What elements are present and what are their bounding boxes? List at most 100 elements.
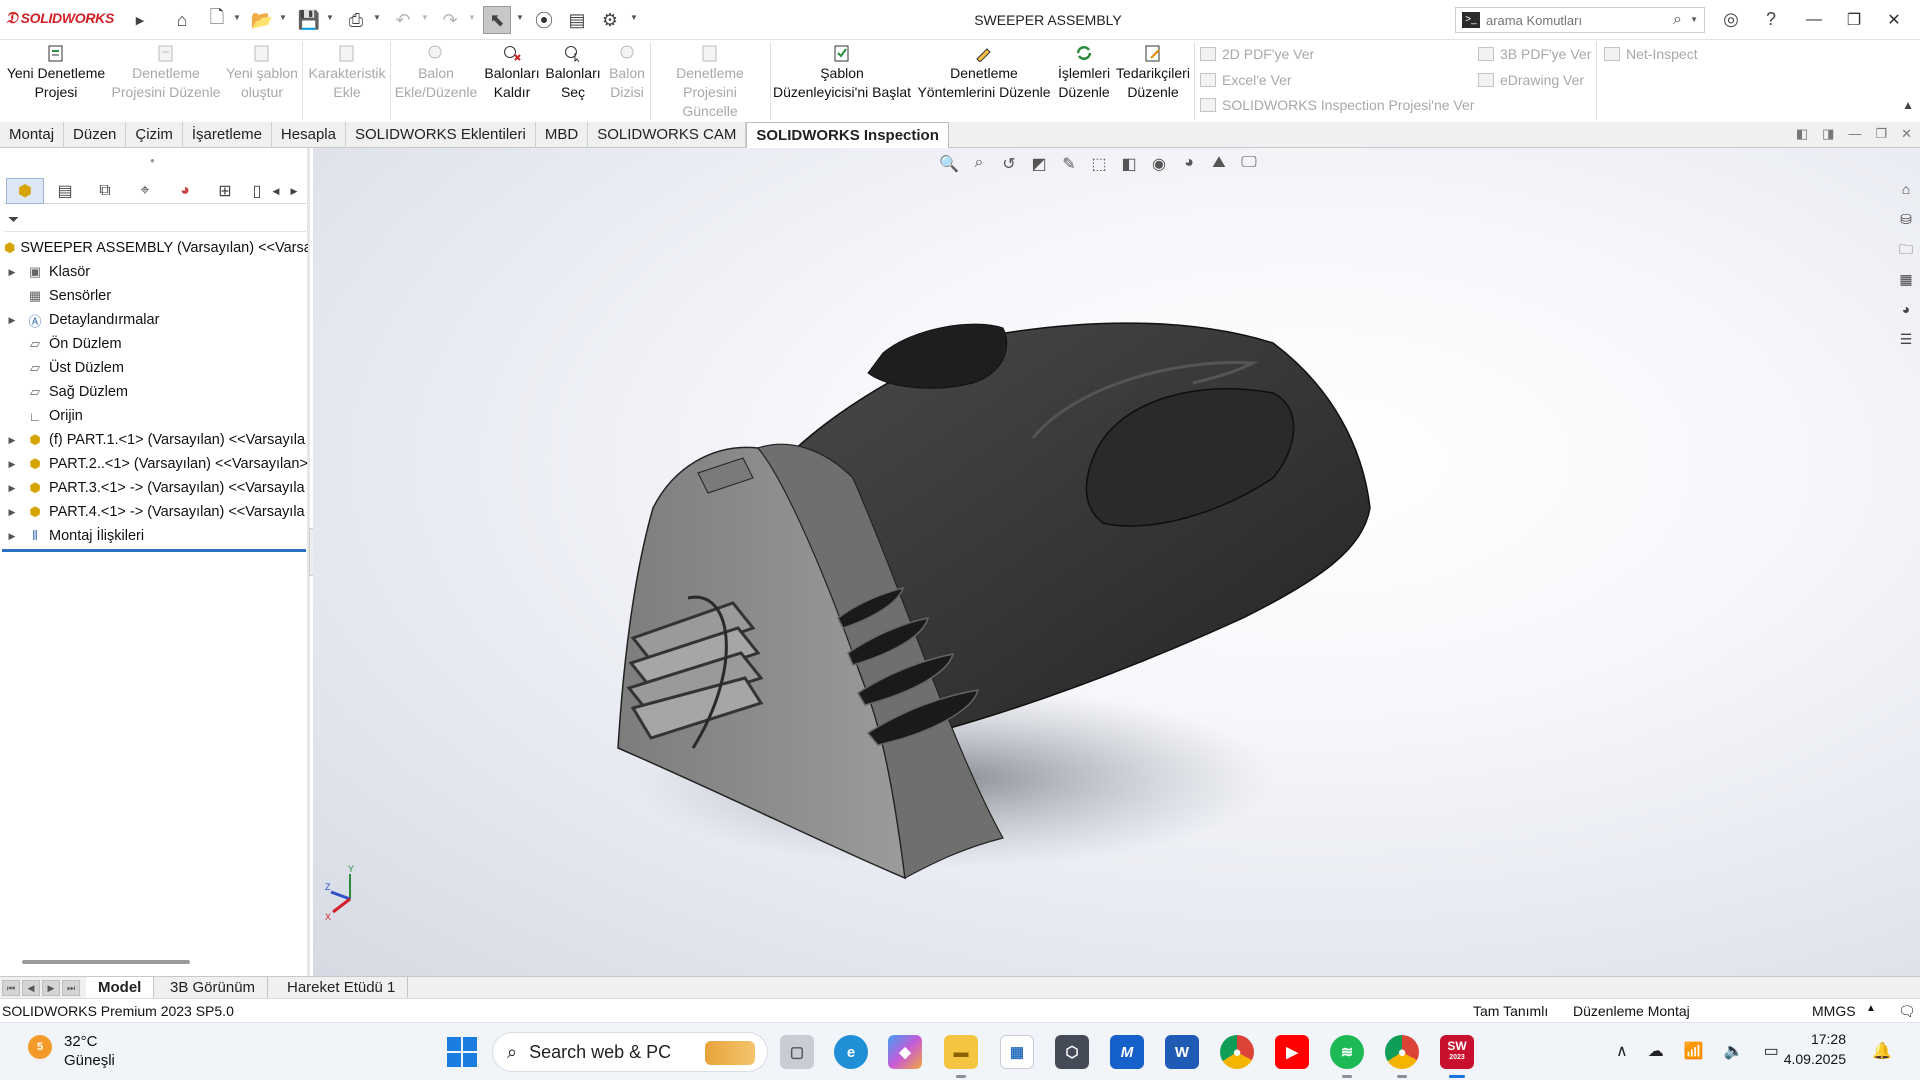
next-tab-arrow-icon[interactable]: ▶: [42, 980, 60, 996]
user-account-icon[interactable]: ◎: [1720, 9, 1742, 30]
expand-arrow-icon[interactable]: ▶: [6, 315, 18, 326]
expand-arrow-icon[interactable]: ▶: [6, 435, 18, 446]
tree-item-on-duzlem[interactable]: ▱ Ön Düzlem: [0, 332, 308, 356]
units-caret-icon[interactable]: ▲: [1866, 1003, 1876, 1014]
restore-window-icon[interactable]: ❐: [1834, 6, 1874, 34]
tab-duzen[interactable]: Düzen: [64, 122, 127, 148]
appearances-scenes-icon[interactable]: ◕: [1894, 298, 1918, 320]
save-dropdown-icon[interactable]: ▼: [326, 13, 334, 22]
tab-solidworks-eklentileri[interactable]: SOLIDWORKS Eklentileri: [346, 122, 536, 148]
tree-item-klasor[interactable]: ▶ ▣ Klasör: [0, 260, 308, 284]
export-3d-pdf-button[interactable]: 3B PDF'ye Ver: [1478, 46, 1591, 62]
copilot-icon[interactable]: ◆: [888, 1035, 922, 1069]
sheet-tab-3d-view[interactable]: 3B Görünüm: [158, 977, 269, 999]
solidworks-resources-icon[interactable]: ⌂: [1894, 178, 1918, 200]
tree-root-assembly[interactable]: ⬢ SWEEPER ASSEMBLY (Varsayılan) <<Varsa: [0, 236, 308, 260]
graphics-viewport[interactable]: 🔍 ⌕ ↺ ◩ ✎ ⬚ ◧ ◉ ◕ ⛰ 🖵 ⌂ ⛁ 🗀 ▦ ◕ ☰ Y Z X: [313, 148, 1920, 976]
youtube-icon[interactable]: ▶: [1275, 1035, 1309, 1069]
update-inspection-project-button[interactable]: Denetleme Projesini Güncelle: [654, 44, 766, 121]
export-excel-button[interactable]: Excel'e Ver: [1200, 72, 1292, 88]
logo-menu-arrow-icon[interactable]: ▶: [126, 6, 154, 34]
solidworks-logo[interactable]: 𝔇 SOLIDWORKS: [6, 10, 114, 28]
chrome-icon[interactable]: ●: [1220, 1035, 1254, 1069]
export-2d-pdf-button[interactable]: 2D PDF'ye Ver: [1200, 46, 1314, 62]
last-tab-arrow-icon[interactable]: ⏭: [62, 980, 80, 996]
sheet-tab-model[interactable]: Model: [86, 977, 155, 999]
tree-item-detaylandirmalar[interactable]: ▶ Ⓐ Detaylandırmalar: [0, 308, 308, 332]
command-search-box[interactable]: >_ ⌕ ▼: [1455, 7, 1705, 33]
doc-minimize-icon[interactable]: —: [1848, 126, 1861, 142]
cam-operation-tree-tab-icon[interactable]: ▯: [246, 178, 268, 204]
file-explorer-icon[interactable]: 🗀: [1894, 238, 1918, 260]
tab-hesapla[interactable]: Hesapla: [272, 122, 346, 148]
task-view-icon[interactable]: ▢: [780, 1035, 814, 1069]
tree-item-sensorler[interactable]: ▦ Sensörler: [0, 284, 308, 308]
tree-item-part-2[interactable]: ▶ ⬢ PART.2..<1> (Varsayılan) <<Varsayıla…: [0, 452, 308, 476]
clock-date[interactable]: 4.09.2025: [1780, 1051, 1846, 1067]
custom-properties-icon[interactable]: ☰: [1894, 328, 1918, 350]
open-dropdown-icon[interactable]: ▼: [279, 13, 287, 22]
chrome-profile-icon[interactable]: ●: [1385, 1035, 1419, 1078]
word-icon[interactable]: W: [1165, 1035, 1199, 1069]
tile-left-icon[interactable]: ◧: [1796, 126, 1808, 142]
view-palette-icon[interactable]: ▦: [1894, 268, 1918, 290]
export-edrawing-button[interactable]: eDrawing Ver: [1478, 72, 1584, 88]
search-input[interactable]: [1486, 12, 1661, 28]
microsoft-store-icon[interactable]: ▦: [1000, 1035, 1034, 1069]
redo-dropdown-icon[interactable]: ▼: [468, 13, 476, 22]
tree-item-orijin[interactable]: ∟ Orijin: [0, 404, 308, 428]
minimize-window-icon[interactable]: —: [1794, 6, 1834, 34]
select-balloons-button[interactable]: Balonları Seç: [542, 44, 604, 102]
new-inspection-project-button[interactable]: Yeni Denetleme Projesi: [4, 44, 108, 102]
print-icon[interactable]: ⎙: [342, 6, 370, 34]
traffic-light-icon[interactable]: ⦿: [530, 6, 558, 34]
expand-arrow-icon[interactable]: ▶: [6, 531, 18, 542]
tab-scroll-right-icon[interactable]: ▶: [286, 178, 302, 204]
status-help-icon[interactable]: 🗨: [1898, 1003, 1916, 1020]
cam-feature-tree-tab-icon[interactable]: ⊞: [206, 178, 244, 204]
doc-close-icon[interactable]: ✕: [1901, 126, 1912, 142]
prev-tab-arrow-icon[interactable]: ◀: [22, 980, 40, 996]
tab-solidworks-cam[interactable]: SOLIDWORKS CAM: [588, 122, 747, 148]
panel-grip-icon[interactable]: ●: [150, 156, 155, 165]
volume-icon[interactable]: 🔈: [1724, 1041, 1744, 1061]
collapse-ribbon-icon[interactable]: ▲: [1902, 98, 1914, 112]
tab-montaj[interactable]: Montaj: [0, 122, 65, 148]
clock-time[interactable]: 17:28: [1780, 1031, 1846, 1047]
undo-dropdown-icon[interactable]: ▼: [421, 13, 429, 22]
remove-balloons-button[interactable]: Balonları Kaldır: [480, 44, 544, 102]
tab-isaretleme[interactable]: İşaretleme: [183, 122, 272, 148]
template-editor-button[interactable]: Şablon Düzenleyicisi'ni Başlat: [772, 44, 912, 102]
solidworks-taskbar-icon[interactable]: SW 2023: [1440, 1035, 1474, 1078]
file-explorer-icon[interactable]: ▬: [944, 1035, 978, 1078]
filter-icon[interactable]: ⏷: [8, 211, 19, 227]
help-icon[interactable]: ?: [1760, 9, 1782, 30]
tile-right-icon[interactable]: ◨: [1822, 126, 1834, 142]
edit-vendors-button[interactable]: Tedarikçileri Düzenle: [1114, 44, 1192, 102]
edge-browser-icon[interactable]: e: [834, 1035, 868, 1069]
balloon-sequence-button[interactable]: Balon Dizisi: [602, 44, 652, 102]
sheet-tab-motion-study[interactable]: Hareket Etüdü 1: [275, 977, 409, 999]
battery-icon[interactable]: ▭: [1764, 1041, 1779, 1061]
redo-icon[interactable]: ↷: [436, 6, 464, 34]
feature-manager-tab-icon[interactable]: ⬢: [6, 178, 44, 204]
print-dropdown-icon[interactable]: ▼: [373, 13, 381, 22]
search-dropdown-icon[interactable]: ▼: [1690, 15, 1698, 24]
balloon-edit-button[interactable]: Balon Ekle/Düzenle: [393, 44, 479, 102]
unit-system-selector[interactable]: MMGS: [1812, 1003, 1856, 1019]
tree-item-part-3[interactable]: ▶ ⬢ PART.3.<1> -> (Varsayılan) <<Varsayı…: [0, 476, 308, 500]
expand-arrow-icon[interactable]: ▶: [6, 459, 18, 470]
select-dropdown-icon[interactable]: ▼: [516, 13, 524, 22]
weather-sun-icon[interactable]: 5: [28, 1035, 52, 1059]
design-library-icon[interactable]: ⛁: [1894, 208, 1918, 230]
export-inspection-project-button[interactable]: SOLIDWORKS Inspection Projesi'ne Ver: [1200, 97, 1474, 113]
show-hidden-icons-chevron-icon[interactable]: ∧: [1616, 1041, 1628, 1061]
add-characteristic-button[interactable]: Karakteristik Ekle: [304, 44, 390, 102]
onedrive-cloud-icon[interactable]: ☁: [1648, 1041, 1664, 1061]
home-icon[interactable]: ⌂: [168, 6, 196, 34]
tab-cizim[interactable]: Çizim: [126, 122, 183, 148]
undo-icon[interactable]: ↶: [389, 6, 417, 34]
tab-mbd[interactable]: MBD: [536, 122, 589, 148]
windows-start-button[interactable]: [447, 1037, 477, 1067]
file-properties-icon[interactable]: ▤: [563, 6, 591, 34]
